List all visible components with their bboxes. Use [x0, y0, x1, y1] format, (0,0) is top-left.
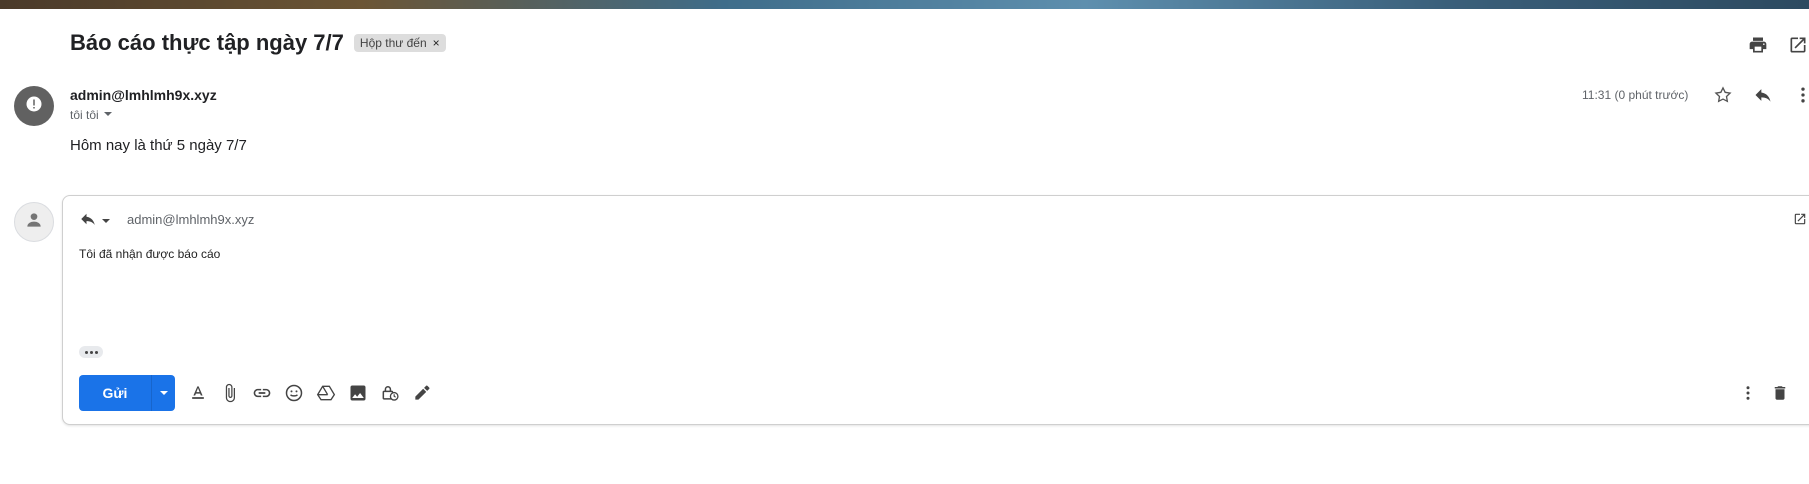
remove-label-icon[interactable]: ×: [433, 36, 440, 50]
drive-icon[interactable]: [315, 382, 337, 404]
header-background-image: [0, 0, 1809, 9]
reply-compose-box: admin@lmhlmh9x.xyz Tôi đã nhận được báo …: [62, 195, 1809, 425]
link-icon[interactable]: [251, 382, 273, 404]
reply-icon[interactable]: [1752, 84, 1774, 106]
inbox-label-chip[interactable]: Hộp thư đến ×: [353, 34, 446, 52]
sender-email: admin@lmhlmh9x.xyz: [70, 87, 217, 103]
compose-right-actions: [1737, 382, 1791, 404]
send-button[interactable]: Gửi: [79, 375, 151, 411]
email-subject: Báo cáo thực tập ngày 7/7: [70, 30, 344, 55]
subject-row: Báo cáo thực tập ngày 7/7 Hộp thư đến ×: [70, 30, 446, 56]
print-icon[interactable]: [1747, 34, 1769, 56]
reply-icon: [79, 210, 97, 233]
star-icon[interactable]: [1712, 84, 1734, 106]
send-button-group: Gửi: [79, 375, 175, 411]
reply-type-selector[interactable]: [79, 210, 111, 233]
format-text-icon[interactable]: [187, 382, 209, 404]
confidential-mode-icon[interactable]: [379, 382, 401, 404]
sender-avatar: [14, 86, 54, 126]
thread-actions: [1747, 34, 1809, 56]
message-body: Hôm nay là thứ 5 ngày 7/7: [70, 137, 247, 154]
emoji-icon[interactable]: [283, 382, 305, 404]
more-send-options-button[interactable]: [151, 375, 175, 411]
discard-icon[interactable]: [1769, 382, 1791, 404]
more-options-icon[interactable]: [1737, 382, 1759, 404]
reply-body-editor[interactable]: Tôi đã nhận được báo cáo: [79, 247, 220, 261]
chevron-down-icon[interactable]: [103, 108, 113, 122]
popout-icon[interactable]: [1793, 212, 1807, 231]
more-vert-icon[interactable]: [1792, 84, 1809, 106]
message-time: 11:31 (0 phút trước): [1582, 88, 1689, 102]
signature-icon[interactable]: [411, 382, 433, 404]
my-avatar: [14, 202, 54, 242]
recipient-text: tôi tôi: [70, 108, 99, 122]
attach-icon[interactable]: [219, 382, 241, 404]
compose-toolbar: [187, 382, 433, 404]
alert-icon: [25, 95, 43, 118]
person-icon: [24, 210, 44, 235]
open-in-new-window-icon[interactable]: [1787, 34, 1809, 56]
recipient-details[interactable]: tôi tôi: [70, 108, 113, 122]
show-trimmed-content-button[interactable]: [79, 346, 103, 358]
message-actions: [1712, 84, 1809, 106]
image-icon[interactable]: [347, 382, 369, 404]
chevron-down-icon: [101, 213, 111, 231]
reply-to-field[interactable]: admin@lmhlmh9x.xyz: [127, 212, 254, 227]
label-text: Hộp thư đến: [359, 36, 427, 50]
